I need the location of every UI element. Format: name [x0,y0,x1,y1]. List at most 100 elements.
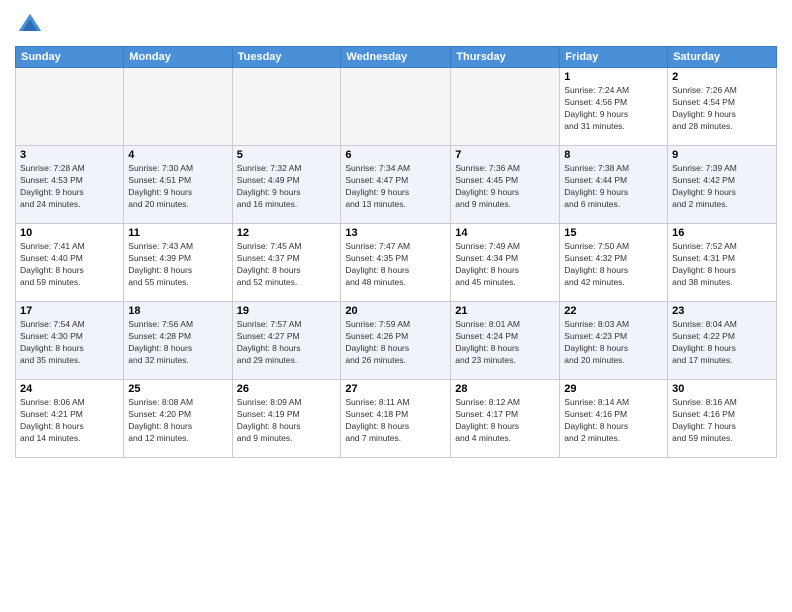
calendar-cell: 6 Sunrise: 7:34 AMSunset: 4:47 PMDaylight… [341,146,451,224]
day-header-thursday: Thursday [451,47,560,68]
calendar-header-row: SundayMondayTuesdayWednesdayThursdayFrid… [16,47,777,68]
calendar-cell: 28 Sunrise: 8:12 AMSunset: 4:17 PMDayligh… [451,380,560,458]
calendar-cell: 9 Sunrise: 7:39 AMSunset: 4:42 PMDaylight… [668,146,777,224]
calendar-cell [124,68,232,146]
day-number: 18 [128,305,227,317]
day-number: 1 [564,71,663,83]
day-info: Sunrise: 8:11 AMSunset: 4:18 PMDaylight:… [345,397,446,445]
calendar-cell: 25 Sunrise: 8:08 AMSunset: 4:20 PMDayligh… [124,380,232,458]
calendar-week-row: 3 Sunrise: 7:28 AMSunset: 4:53 PMDaylight… [16,146,777,224]
calendar-cell: 30 Sunrise: 8:16 AMSunset: 4:16 PMDayligh… [668,380,777,458]
day-number: 8 [564,149,663,161]
calendar-cell: 12 Sunrise: 7:45 AMSunset: 4:37 PMDayligh… [232,224,341,302]
calendar-cell: 17 Sunrise: 7:54 AMSunset: 4:30 PMDayligh… [16,302,124,380]
calendar-cell: 11 Sunrise: 7:43 AMSunset: 4:39 PMDayligh… [124,224,232,302]
calendar-table: SundayMondayTuesdayWednesdayThursdayFrid… [15,46,777,458]
calendar-cell: 13Sunrise: 7:47 AMSunset: 4:35 PMDayligh… [341,224,451,302]
day-info: Sunrise: 7:49 AMSunset: 4:34 PMDaylight:… [455,241,555,289]
day-info: Sunrise: 7:41 AMSunset: 4:40 PMDaylight:… [20,241,119,289]
day-info: Sunrise: 8:03 AMSunset: 4:23 PMDaylight:… [564,319,663,367]
calendar-cell: 21 Sunrise: 8:01 AMSunset: 4:24 PMDayligh… [451,302,560,380]
calendar-cell: 18 Sunrise: 7:56 AMSunset: 4:28 PMDayligh… [124,302,232,380]
day-info: Sunrise: 7:57 AMSunset: 4:27 PMDaylight:… [237,319,337,367]
day-info: Sunrise: 7:45 AMSunset: 4:37 PMDaylight:… [237,241,337,289]
day-info: Sunrise: 7:59 AMSunset: 4:26 PMDaylight:… [345,319,446,367]
day-info: Sunrise: 7:54 AMSunset: 4:30 PMDaylight:… [20,319,119,367]
day-info: Sunrise: 7:43 AMSunset: 4:39 PMDaylight:… [128,241,227,289]
calendar-cell [451,68,560,146]
day-number: 16 [672,227,772,239]
day-info: Sunrise: 7:52 AMSunset: 4:31 PMDaylight:… [672,241,772,289]
calendar-cell [232,68,341,146]
day-number: 27 [345,383,446,395]
day-info: Sunrise: 7:26 AMSunset: 4:54 PMDaylight:… [672,85,772,133]
calendar-page: SundayMondayTuesdayWednesdayThursdayFrid… [0,0,792,612]
calendar-week-row: 10 Sunrise: 7:41 AMSunset: 4:40 PMDayligh… [16,224,777,302]
calendar-cell: 3 Sunrise: 7:28 AMSunset: 4:53 PMDaylight… [16,146,124,224]
calendar-cell: 15 Sunrise: 7:50 AMSunset: 4:32 PMDayligh… [560,224,668,302]
day-info: Sunrise: 8:16 AMSunset: 4:16 PMDaylight:… [672,397,772,445]
calendar-cell: 16 Sunrise: 7:52 AMSunset: 4:31 PMDayligh… [668,224,777,302]
day-info: Sunrise: 7:39 AMSunset: 4:42 PMDaylight:… [672,163,772,211]
calendar-week-row: 1 Sunrise: 7:24 AMSunset: 4:56 PMDaylight… [16,68,777,146]
calendar-cell: 29 Sunrise: 8:14 AMSunset: 4:16 PMDayligh… [560,380,668,458]
calendar-cell: 7 Sunrise: 7:36 AMSunset: 4:45 PMDaylight… [451,146,560,224]
day-number: 26 [237,383,337,395]
calendar-cell: 8 Sunrise: 7:38 AMSunset: 4:44 PMDaylight… [560,146,668,224]
day-info: Sunrise: 7:30 AMSunset: 4:51 PMDaylight:… [128,163,227,211]
day-header-friday: Friday [560,47,668,68]
calendar-week-row: 17 Sunrise: 7:54 AMSunset: 4:30 PMDayligh… [16,302,777,380]
day-number: 7 [455,149,555,161]
day-info: Sunrise: 8:12 AMSunset: 4:17 PMDaylight:… [455,397,555,445]
day-info: Sunrise: 8:06 AMSunset: 4:21 PMDaylight:… [20,397,119,445]
day-number: 14 [455,227,555,239]
day-number: 3 [20,149,119,161]
calendar-cell: 1 Sunrise: 7:24 AMSunset: 4:56 PMDaylight… [560,68,668,146]
day-number: 17 [20,305,119,317]
day-number: 11 [128,227,227,239]
day-number: 25 [128,383,227,395]
day-info: Sunrise: 8:14 AMSunset: 4:16 PMDaylight:… [564,397,663,445]
calendar-cell: 27 Sunrise: 8:11 AMSunset: 4:18 PMDayligh… [341,380,451,458]
day-info: Sunrise: 7:32 AMSunset: 4:49 PMDaylight:… [237,163,337,211]
calendar-cell: 26 Sunrise: 8:09 AMSunset: 4:19 PMDayligh… [232,380,341,458]
day-number: 21 [455,305,555,317]
day-header-monday: Monday [124,47,232,68]
day-info: Sunrise: 8:09 AMSunset: 4:19 PMDaylight:… [237,397,337,445]
day-number: 10 [20,227,119,239]
day-info: Sunrise: 7:34 AMSunset: 4:47 PMDaylight:… [345,163,446,211]
day-info: Sunrise: 7:36 AMSunset: 4:45 PMDaylight:… [455,163,555,211]
day-number: 22 [564,305,663,317]
day-number: 15 [564,227,663,239]
day-number: 12 [237,227,337,239]
day-info: Sunrise: 7:56 AMSunset: 4:28 PMDaylight:… [128,319,227,367]
day-number: 23 [672,305,772,317]
calendar-cell: 20Sunrise: 7:59 AMSunset: 4:26 PMDayligh… [341,302,451,380]
day-info: Sunrise: 7:38 AMSunset: 4:44 PMDaylight:… [564,163,663,211]
calendar-cell [341,68,451,146]
day-header-tuesday: Tuesday [232,47,341,68]
day-number: 24 [20,383,119,395]
day-number: 2 [672,71,772,83]
day-info: Sunrise: 7:28 AMSunset: 4:53 PMDaylight:… [20,163,119,211]
logo [15,10,49,40]
day-number: 13 [345,227,446,239]
calendar-cell: 14 Sunrise: 7:49 AMSunset: 4:34 PMDayligh… [451,224,560,302]
day-number: 4 [128,149,227,161]
day-info: Sunrise: 8:08 AMSunset: 4:20 PMDaylight:… [128,397,227,445]
calendar-cell: 4 Sunrise: 7:30 AMSunset: 4:51 PMDaylight… [124,146,232,224]
day-number: 29 [564,383,663,395]
day-info: Sunrise: 7:24 AMSunset: 4:56 PMDaylight:… [564,85,663,133]
calendar-cell: 10 Sunrise: 7:41 AMSunset: 4:40 PMDayligh… [16,224,124,302]
calendar-week-row: 24 Sunrise: 8:06 AMSunset: 4:21 PMDayligh… [16,380,777,458]
day-number: 30 [672,383,772,395]
day-info: Sunrise: 7:50 AMSunset: 4:32 PMDaylight:… [564,241,663,289]
calendar-cell: 22 Sunrise: 8:03 AMSunset: 4:23 PMDayligh… [560,302,668,380]
day-number: 19 [237,305,337,317]
day-number: 5 [237,149,337,161]
day-number: 28 [455,383,555,395]
day-number: 6 [345,149,446,161]
day-number: 9 [672,149,772,161]
day-header-wednesday: Wednesday [341,47,451,68]
day-info: Sunrise: 8:01 AMSunset: 4:24 PMDaylight:… [455,319,555,367]
